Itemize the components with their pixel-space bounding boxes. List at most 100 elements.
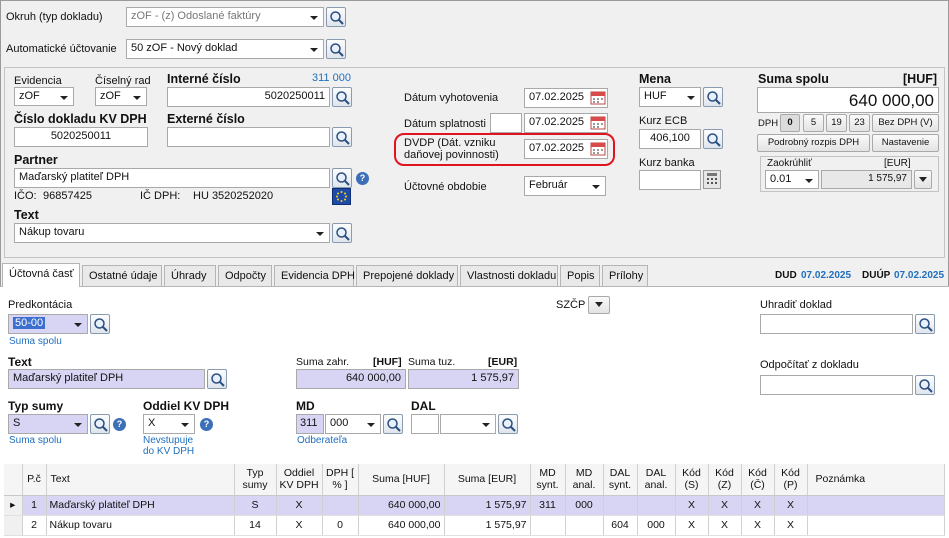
cell-dal-anal[interactable]: 000 — [637, 515, 676, 536]
col-header-pc[interactable]: P.č — [22, 464, 47, 496]
calendar-icon[interactable] — [590, 91, 606, 105]
okruh-select[interactable]: zOF - (z) Odoslané faktúry — [126, 7, 324, 27]
calendar-icon[interactable] — [590, 142, 606, 156]
typ-sumy-link[interactable]: Suma spolu — [9, 435, 62, 446]
col-header-suma-huf[interactable]: Suma [HUF] — [358, 464, 445, 496]
cell-poznamka[interactable] — [807, 515, 945, 536]
cell-kod-c[interactable]: X — [741, 495, 775, 516]
partner-search-button[interactable] — [332, 168, 352, 188]
help-icon[interactable]: ? — [200, 418, 213, 431]
zaokruhlit-select[interactable]: 0.01 — [765, 170, 819, 189]
sum-field[interactable]: 640 000,00 — [757, 87, 939, 113]
nastavenie-button[interactable]: Nastavenie — [872, 134, 939, 152]
col-header-typ-sumy[interactable]: Typ sumy — [234, 464, 277, 496]
oddiel-link-1[interactable]: Nevstupuje — [143, 435, 193, 446]
tab-evidencia-dph[interactable]: Evidencia DPH — [274, 265, 355, 286]
mena-search-button[interactable] — [703, 87, 723, 107]
md-link[interactable]: Odberateľa — [297, 435, 347, 446]
oddiel-select[interactable]: X — [143, 414, 195, 434]
ciselny-select[interactable]: zOF — [95, 87, 147, 106]
cell-kod-c[interactable]: X — [741, 515, 775, 536]
help-icon[interactable]: ? — [356, 172, 369, 185]
eu-flag-icon[interactable] — [332, 188, 351, 205]
tab-prepojene-doklady[interactable]: Prepojené doklady — [356, 265, 458, 286]
tab-vlastnosti-dokladu[interactable]: Vlastnosti dokladu — [460, 265, 558, 286]
uhradit-search-button[interactable] — [915, 314, 935, 334]
col-header-oddiel[interactable]: Oddiel KV DPH — [276, 464, 323, 496]
text-search-button[interactable] — [332, 223, 352, 243]
auto-select[interactable]: 50 zOF - Nový doklad — [126, 39, 324, 59]
cell-kod-z[interactable]: X — [708, 515, 742, 536]
cell-md-synt[interactable] — [530, 515, 566, 536]
cell-pc[interactable]: 2 — [22, 515, 47, 536]
dph-rate-5-button[interactable]: 5 — [803, 114, 824, 132]
cell-kod-s[interactable]: X — [675, 495, 709, 516]
rozpis-dph-button[interactable]: Podrobný rozpis DPH — [757, 134, 870, 152]
predkontacia-suma-link[interactable]: Suma spolu — [9, 336, 62, 347]
okruh-search-button[interactable] — [326, 7, 346, 27]
predkontacia-search-button[interactable] — [90, 314, 110, 334]
cell-suma-huf[interactable]: 640 000,00 — [358, 515, 445, 536]
col-header-kod-c[interactable]: Kód (Č) — [741, 464, 775, 496]
help-icon[interactable]: ? — [113, 418, 126, 431]
cell-pc[interactable]: 1 — [22, 495, 47, 516]
table-row[interactable]: ▸ 1 Maďarský platiteľ DPH S X 640 000,00… — [4, 495, 945, 516]
tab-popis[interactable]: Popis — [560, 265, 600, 286]
odpocitat-field[interactable] — [760, 375, 913, 395]
cell-suma-huf[interactable]: 640 000,00 — [358, 495, 445, 516]
tab-uhrady[interactable]: Úhrady — [164, 265, 216, 286]
typ-sumy-search-button[interactable] — [90, 414, 110, 434]
cell-suma-eur[interactable]: 1 575,97 — [444, 495, 531, 516]
tab-ostatne-udaje[interactable]: Ostatné údaje — [82, 265, 162, 286]
kurz-ecb-search-button[interactable] — [703, 129, 723, 149]
tab-odpocty[interactable]: Odpočty — [218, 265, 272, 286]
partner-field[interactable]: Maďarský platiteľ DPH — [14, 168, 330, 188]
suma-zahr-field[interactable]: 640 000,00 — [296, 369, 406, 389]
cell-dph[interactable] — [322, 495, 359, 516]
cell-md-synt[interactable]: 311 — [530, 495, 566, 516]
mena-select[interactable]: HUF — [639, 87, 701, 107]
splatnosti-days-field[interactable] — [490, 113, 522, 133]
cell-md-anal[interactable]: 000 — [565, 495, 604, 516]
col-header-poznamka[interactable]: Poznámka — [807, 464, 945, 496]
typ-sumy-select[interactable]: S — [8, 414, 88, 434]
cell-suma-eur[interactable]: 1 575,97 — [444, 515, 531, 536]
col-header-dal-anal[interactable]: DAL anal. — [637, 464, 676, 496]
dph-rate-23-button[interactable]: 23 — [849, 114, 870, 132]
col-header-kod-s[interactable]: Kód (S) — [675, 464, 709, 496]
cell-typ-sumy[interactable]: 14 — [234, 515, 277, 536]
kurz-banka-field[interactable] — [639, 170, 701, 190]
externe-search-button[interactable] — [332, 127, 352, 147]
cell-dph[interactable]: 0 — [322, 515, 359, 536]
dal-anal-select[interactable] — [440, 414, 496, 434]
md-synt-field[interactable]: 311 — [296, 414, 324, 434]
col-header-dph[interactable]: DPH [ % ] — [322, 464, 359, 496]
col-header-md-synt[interactable]: MD synt. — [530, 464, 566, 496]
cell-poznamka[interactable] — [807, 495, 945, 516]
cell-text[interactable]: Nákup tovaru — [46, 515, 235, 536]
szcp-dropdown-button[interactable] — [588, 296, 610, 314]
uhradit-field[interactable] — [760, 314, 913, 334]
col-header-kod-z[interactable]: Kód (Z) — [708, 464, 742, 496]
form-text-field[interactable]: Maďarský platiteľ DPH — [8, 369, 205, 389]
cell-dal-synt[interactable]: 604 — [603, 515, 638, 536]
evidencia-select[interactable]: zOF — [14, 87, 74, 106]
oddiel-link-2[interactable]: do KV DPH — [143, 446, 194, 457]
obdobie-select[interactable]: Február — [524, 176, 606, 196]
odpocitat-search-button[interactable] — [915, 375, 935, 395]
tab-uctovna-cast[interactable]: Účtovná časť — [2, 263, 80, 287]
cell-oddiel[interactable]: X — [276, 515, 323, 536]
cell-kod-p[interactable]: X — [774, 515, 808, 536]
interne-field[interactable]: 5020250011 — [167, 87, 330, 107]
externe-field[interactable] — [167, 127, 330, 147]
form-text-search-button[interactable] — [207, 369, 227, 389]
predkontacia-select[interactable]: 50-00 — [8, 314, 88, 334]
cell-kod-s[interactable]: X — [675, 515, 709, 536]
col-header-md-anal[interactable]: MD anal. — [565, 464, 604, 496]
calendar-icon[interactable] — [590, 116, 606, 130]
col-header-text[interactable]: Text — [46, 464, 235, 496]
kvdph-field[interactable]: 5020250011 — [14, 127, 148, 147]
cell-dal-synt[interactable] — [603, 495, 638, 516]
cell-kod-p[interactable]: X — [774, 495, 808, 516]
md-anal-select[interactable]: 000 — [325, 414, 381, 434]
